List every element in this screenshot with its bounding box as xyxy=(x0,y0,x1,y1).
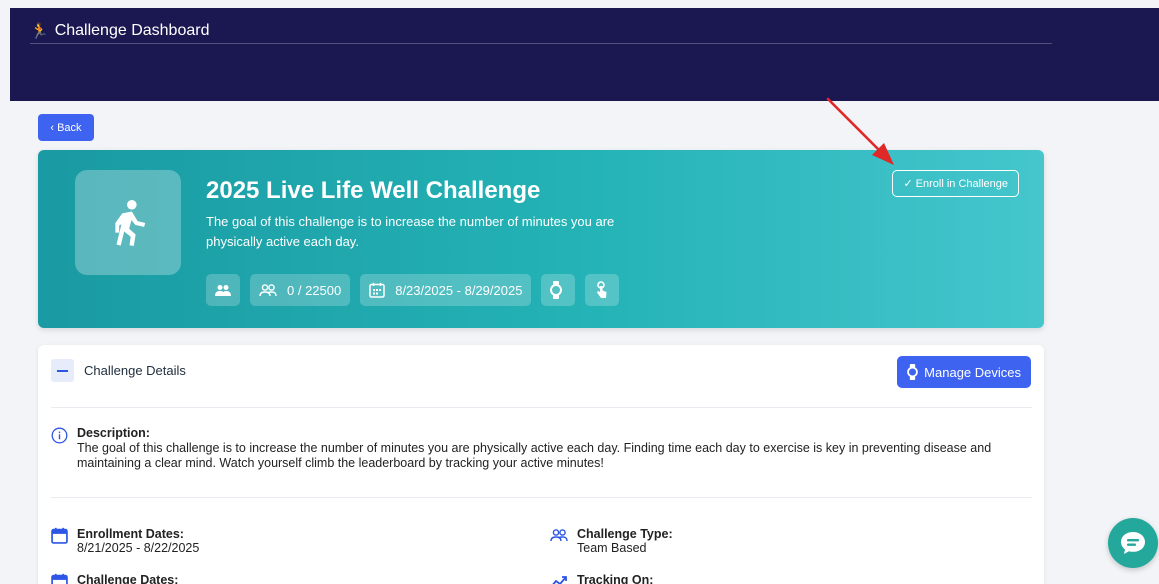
back-button[interactable]: ‹ Back xyxy=(38,114,94,141)
header-divider xyxy=(30,43,1052,44)
enroll-button[interactable]: ✓ Enroll in Challenge xyxy=(892,170,1019,197)
people-outline-icon xyxy=(259,283,277,296)
watch-icon xyxy=(907,364,919,380)
challenge-type-label: Challenge Type: xyxy=(577,527,673,541)
challenge-hero-card: 2025 Live Life Well Challenge The goal o… xyxy=(38,150,1044,328)
enrollment-dates-item: Enrollment Dates: 8/21/2025 - 8/22/2025 xyxy=(51,527,199,555)
manage-devices-label: Manage Devices xyxy=(924,364,1021,380)
description-text: The goal of this challenge is to increas… xyxy=(77,441,992,470)
header-title-row: 🏃 Challenge Dashboard xyxy=(30,22,209,40)
description-heading: Description: xyxy=(77,426,150,440)
divider xyxy=(51,407,1032,408)
divider xyxy=(51,497,1032,498)
details-section-title: Challenge Details xyxy=(84,363,186,378)
tracking-on-item: Tracking On: xyxy=(550,573,653,584)
runner-icon xyxy=(115,199,146,246)
enrollment-dates-label: Enrollment Dates: xyxy=(77,527,184,541)
device-chip[interactable] xyxy=(541,274,576,306)
activity-chip[interactable] xyxy=(585,274,620,306)
minus-icon xyxy=(57,369,68,372)
challenge-goal: The goal of this challenge is to increas… xyxy=(206,214,615,249)
touch-icon xyxy=(597,281,607,298)
calendar-icon xyxy=(51,527,68,544)
challenge-dates-label: Challenge Dates: xyxy=(77,573,179,584)
challenge-date-range: 8/23/2025 - 8/29/2025 xyxy=(395,282,523,298)
challenge-dates-item: Challenge Dates: xyxy=(51,573,178,584)
participants-count: 0 / 22500 xyxy=(287,282,342,298)
team-icon xyxy=(215,285,231,296)
details-header: Challenge Details xyxy=(51,359,186,382)
app-header: 🏃 Challenge Dashboard xyxy=(10,8,1159,101)
collapse-button[interactable] xyxy=(51,359,74,382)
enroll-button-label: Enroll in Challenge xyxy=(915,177,1008,190)
chevron-left-icon: ‹ xyxy=(50,121,55,134)
chat-icon xyxy=(1121,532,1145,554)
challenge-stats: 0 / 22500 8/23/2025 - 8/29/2025 xyxy=(206,274,620,306)
annotation-arrow-icon xyxy=(826,97,894,165)
runner-icon: 🏃 xyxy=(30,23,49,40)
challenge-type-value: Team Based xyxy=(577,541,647,555)
back-button-label: Back xyxy=(57,121,82,134)
description-block: Description: The goal of this challenge … xyxy=(51,426,1031,471)
check-icon: ✓ xyxy=(903,178,913,190)
calendar-icon xyxy=(51,573,68,584)
team-chip[interactable] xyxy=(206,274,240,306)
dates-chip: 8/23/2025 - 8/29/2025 xyxy=(360,274,532,306)
challenge-type-item: Challenge Type: Team Based xyxy=(550,527,673,555)
enrollment-dates-value: 8/21/2025 - 8/22/2025 xyxy=(77,541,200,555)
page-title: Challenge Dashboard xyxy=(54,22,210,39)
people-outline-icon xyxy=(550,529,568,542)
manage-devices-button[interactable]: Manage Devices xyxy=(897,356,1031,388)
challenge-logo xyxy=(75,170,181,275)
challenge-title: 2025 Live Life Well Challenge xyxy=(206,177,541,204)
info-icon xyxy=(51,427,68,444)
calendar-icon xyxy=(369,282,385,298)
challenge-details-card: Challenge Details Manage Devices Descrip… xyxy=(38,345,1044,584)
chat-button[interactable] xyxy=(1108,518,1158,568)
participants-chip: 0 / 22500 xyxy=(250,274,351,306)
trend-line-icon xyxy=(552,576,567,584)
tracking-on-label: Tracking On: xyxy=(577,573,654,584)
watch-icon xyxy=(550,281,563,299)
